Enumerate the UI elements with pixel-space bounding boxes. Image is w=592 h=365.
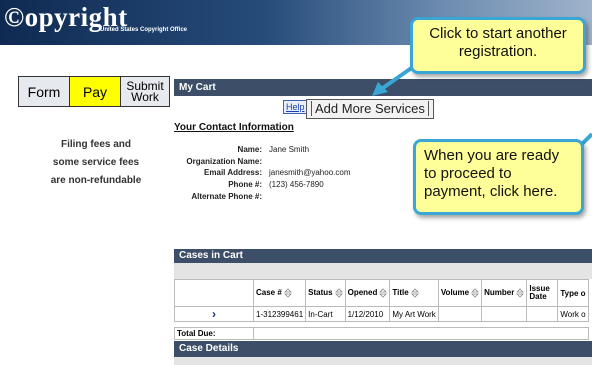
name-label: Name:: [237, 145, 262, 154]
step-pay-label: Pay: [82, 83, 108, 100]
col-case-number[interactable]: Case #: [252, 279, 307, 307]
table-row[interactable]: › 1-312399461 In-Cart 1/12/2010 My Art W…: [174, 306, 589, 322]
total-row: Total Due:: [174, 327, 589, 340]
title-cell: My Art Work: [389, 306, 439, 322]
number-cell: [481, 306, 528, 322]
expand-chevron-icon[interactable]: ›: [174, 306, 254, 322]
col-number[interactable]: Number: [481, 279, 528, 307]
my-cart-title: My Cart: [179, 82, 216, 93]
case-details-header: Case Details: [174, 341, 592, 357]
progress-steps: Form Pay Submit Work: [18, 76, 170, 107]
sort-icon[interactable]: [283, 288, 292, 298]
sort-icon[interactable]: [334, 288, 343, 298]
sort-icon[interactable]: [410, 288, 419, 298]
email-label: Email Address:: [204, 168, 262, 177]
step-form-label: Form: [27, 83, 61, 100]
fees-note: Filing fees and some service fees are no…: [40, 136, 152, 190]
help-link[interactable]: Help: [283, 100, 308, 114]
cases-header-row: Case # Status Opened Title Volume Number…: [174, 279, 589, 307]
logo-subtitle: United States Copyright Office: [100, 27, 188, 33]
volume-cell: [437, 306, 483, 322]
fees-note-line3: are non-refundable: [50, 175, 142, 186]
cases-in-cart-header: Cases in Cart: [174, 249, 592, 264]
step-submit-work[interactable]: Submit Work: [121, 77, 169, 106]
col-status[interactable]: Status: [305, 279, 346, 307]
issue-date-cell: [526, 306, 559, 322]
fees-note-line1: Filing fees and: [60, 139, 131, 150]
proceed-payment-callout: When you are ready to proceed to payment…: [413, 139, 584, 215]
phone-label: Phone #:: [228, 180, 262, 189]
status-cell: In-Cart: [305, 306, 346, 322]
col-volume[interactable]: Volume: [437, 279, 483, 307]
col-title[interactable]: Title: [389, 279, 439, 307]
total-due-label: Total Due:: [174, 327, 254, 340]
name-value: Jane Smith: [269, 145, 310, 154]
opened-cell: 1/12/2010: [344, 306, 391, 322]
col-type[interactable]: Type o: [557, 279, 589, 307]
sort-icon[interactable]: [379, 288, 388, 298]
phone-value: (123) 456-7890: [269, 180, 324, 189]
step-submit-label-line2: Work: [131, 89, 159, 104]
sort-icon[interactable]: [471, 288, 480, 298]
alt-phone-label: Alternate Phone #:: [191, 192, 262, 201]
step-form[interactable]: Form: [19, 77, 70, 106]
total-due-value: [253, 327, 589, 340]
add-more-services-label: Add More Services: [311, 101, 429, 116]
col-expand: [174, 279, 254, 307]
cases-in-cart-title: Cases in Cart: [179, 250, 243, 261]
cases-table: Case # Status Opened Title Volume Number…: [174, 279, 589, 340]
add-more-services-button[interactable]: Add More Services: [306, 99, 434, 119]
case-number-cell: 1-312399461: [252, 306, 307, 322]
fees-note-line2: some service fees: [52, 157, 140, 168]
case-details-title: Case Details: [179, 343, 239, 354]
col-issue-date[interactable]: Issue Date: [526, 279, 559, 307]
start-registration-callout: Click to start another registration.: [410, 17, 586, 74]
cases-toolbar-row: [174, 263, 592, 279]
type-cell: Work o: [557, 306, 589, 322]
contact-info-heading: Your Contact Information: [174, 122, 294, 133]
sort-icon[interactable]: [516, 288, 525, 298]
organization-label: Organization Name:: [186, 157, 262, 166]
email-value: janesmith@yahoo.com: [269, 168, 351, 177]
step-pay[interactable]: Pay: [70, 77, 121, 106]
case-details-body: [174, 357, 592, 365]
col-opened[interactable]: Opened: [344, 279, 391, 307]
